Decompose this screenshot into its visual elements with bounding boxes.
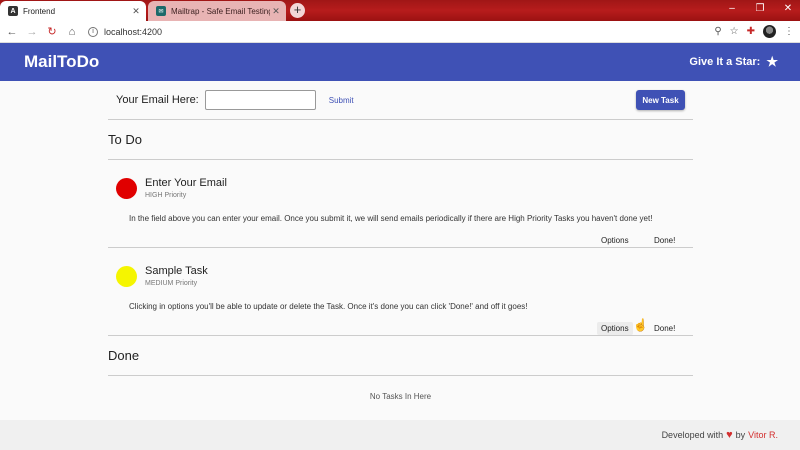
task-title: Sample Task <box>145 265 208 277</box>
browser-toolbar: ← → ↻ ⌂ i localhost:4200 ⚲ ☆ ✚ ⋮ <box>0 21 800 43</box>
email-form: Your Email Here: Submit New Task <box>108 81 693 120</box>
submit-button[interactable]: Submit <box>329 96 354 105</box>
extensions-icon[interactable]: ✚ <box>747 26 755 37</box>
angular-icon: A <box>8 6 18 16</box>
footer-suffix: by <box>735 430 746 440</box>
email-label: Your Email Here: <box>116 94 199 106</box>
options-button[interactable]: Options <box>597 322 633 335</box>
done-button[interactable]: Done! <box>651 234 678 247</box>
task-priority: HIGH Priority <box>145 192 187 199</box>
task-card: Enter Your Email HIGH Priority In the fi… <box>108 160 693 248</box>
reload-icon[interactable]: ↻ <box>44 25 60 38</box>
done-button[interactable]: Done! <box>651 322 678 335</box>
close-window-icon[interactable]: ✕ <box>778 3 798 14</box>
close-tab-icon[interactable]: ✕ <box>270 6 282 17</box>
forward-icon[interactable]: → <box>24 26 40 38</box>
address-bar[interactable]: i localhost:4200 <box>88 26 163 37</box>
hand-cursor-icon: ☝ <box>633 318 648 332</box>
footer: Developed with ♥ by Vitor R. <box>0 420 800 450</box>
star-icon[interactable]: ★ <box>766 54 778 70</box>
give-star-link[interactable]: Give It a Star: ★ <box>689 54 778 70</box>
back-icon[interactable]: ← <box>4 26 20 38</box>
minimize-icon[interactable]: – <box>722 3 742 14</box>
task-card: Sample Task MEDIUM Priority Clicking in … <box>108 248 693 336</box>
task-description: In the field above you can enter your em… <box>129 214 653 223</box>
new-task-button[interactable]: New Task <box>636 90 685 110</box>
restore-icon[interactable]: ❐ <box>750 3 770 14</box>
task-title: Enter Your Email <box>145 177 227 189</box>
tab-title: Frontend <box>23 6 56 16</box>
todo-section-title: To Do <box>108 120 693 160</box>
new-tab-button[interactable]: + <box>290 3 305 18</box>
main-content: Your Email Here: Submit New Task To Do E… <box>108 81 693 416</box>
task-priority: MEDIUM Priority <box>145 280 198 287</box>
browser-tabstrip: A Frontend ✕ ✉ Mailtrap - Safe Email Tes… <box>0 0 800 21</box>
empty-state-text: No Tasks In Here <box>369 391 432 401</box>
mailtrap-icon: ✉ <box>156 6 166 16</box>
done-section-title: Done <box>108 336 693 376</box>
profile-avatar[interactable] <box>763 25 776 38</box>
tab-frontend[interactable]: A Frontend ✕ <box>0 1 146 21</box>
give-star-label: Give It a Star: <box>689 56 761 68</box>
home-icon[interactable]: ⌂ <box>64 26 80 38</box>
tab-mailtrap[interactable]: ✉ Mailtrap - Safe Email Testing ✕ <box>148 1 286 21</box>
options-button[interactable]: Options <box>597 234 633 247</box>
heart-icon: ♥ <box>726 429 733 441</box>
menu-icon[interactable]: ⋮ <box>784 26 794 37</box>
bookmark-star-icon[interactable]: ☆ <box>730 26 739 37</box>
close-tab-icon[interactable]: ✕ <box>130 6 142 17</box>
task-description: Clicking in options you'll be able to up… <box>129 302 528 311</box>
zoom-icon[interactable]: ⚲ <box>714 26 721 37</box>
brand-title: MailToDo <box>24 52 100 71</box>
url-text: localhost:4200 <box>104 26 163 37</box>
tab-title: Mailtrap - Safe Email Testing <box>171 6 270 16</box>
email-input[interactable] <box>204 90 316 110</box>
app-header: MailToDo Give It a Star: ★ <box>0 43 800 81</box>
priority-indicator <box>116 178 137 199</box>
info-icon[interactable]: i <box>88 26 98 37</box>
author-link[interactable]: Vitor R. <box>748 430 778 440</box>
footer-prefix: Developed with <box>661 430 724 440</box>
priority-indicator <box>116 266 137 287</box>
